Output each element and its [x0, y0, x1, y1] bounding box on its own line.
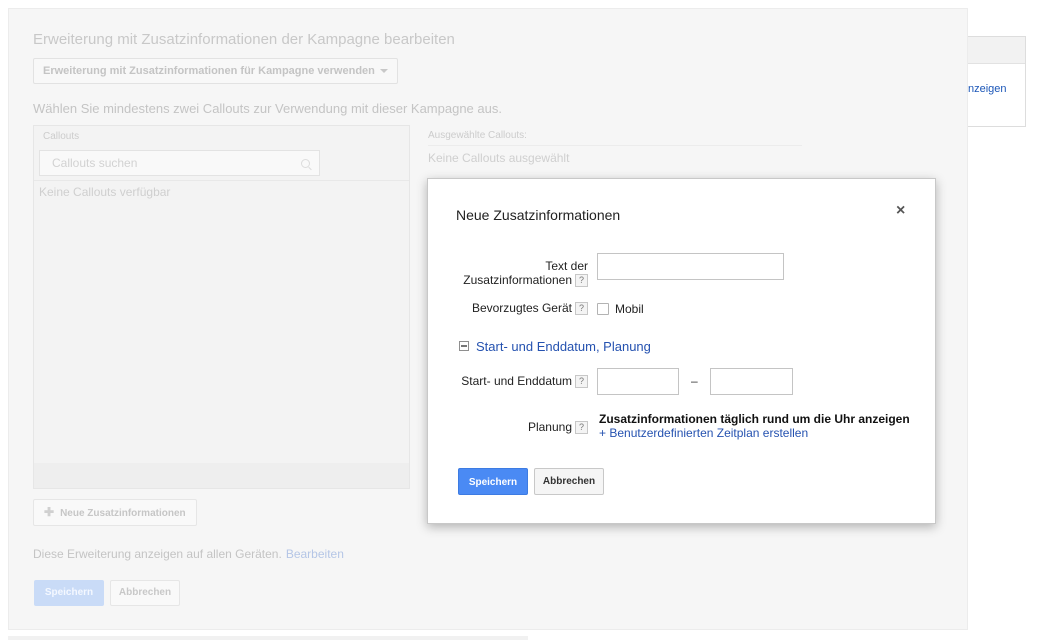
date-separator: – — [691, 374, 698, 388]
side-card-link[interactable]: nzeigen — [968, 83, 1007, 95]
help-icon[interactable]: ? — [575, 375, 588, 389]
help-icon[interactable]: ? — [575, 302, 588, 316]
callout-text-input[interactable] — [597, 253, 784, 280]
dialog-title: Neue Zusatzinformationen — [456, 207, 621, 223]
planning-label: Planung? — [458, 420, 588, 435]
mobile-checkbox[interactable] — [597, 303, 609, 315]
devices-edit-link[interactable]: Bearbeiten — [286, 547, 344, 561]
planning-summary: Zusatzinformationen täglich rund um die … — [599, 412, 910, 426]
preferred-device-label-text: Bevorzugtes Gerät — [471, 301, 572, 315]
new-callout-label: Neue Zusatzinformationen — [60, 508, 186, 519]
extension-usage-dropdown[interactable]: Erweiterung mit Zusatzinformationen für … — [33, 58, 398, 84]
background-cancel-button[interactable]: Abbrechen — [110, 580, 180, 606]
dropdown-label: Erweiterung mit Zusatzinformationen für … — [43, 65, 375, 77]
chevron-down-icon — [379, 69, 388, 74]
planning-label-text: Planung — [527, 420, 572, 434]
collapse-icon[interactable] — [459, 341, 469, 351]
devices-text: Diese Erweiterung anzeigen auf allen Ger… — [33, 547, 282, 561]
background-save-button[interactable]: Speichern — [34, 580, 104, 606]
callout-text-label-line1: Text der — [545, 259, 588, 273]
page-title: Erweiterung mit Zusatzinformationen der … — [33, 31, 455, 48]
help-icon[interactable]: ? — [575, 274, 588, 288]
callouts-search-placeholder: Callouts suchen — [52, 156, 138, 170]
devices-info: Diese Erweiterung anzeigen auf allen Ger… — [33, 547, 344, 561]
mobile-checkbox-label[interactable]: Mobil — [615, 302, 644, 316]
callouts-search-input[interactable]: Callouts suchen — [39, 150, 320, 176]
dates-label: Start- und Enddatum? — [458, 374, 588, 389]
preferred-device-label: Bevorzugtes Gerät? — [458, 301, 588, 316]
dates-label-text: Start- und Enddatum — [461, 374, 572, 388]
custom-schedule-link[interactable]: + Benutzerdefinierten Zeitplan erstellen — [599, 426, 808, 440]
end-date-input[interactable] — [710, 368, 793, 395]
instruction-text: Wählen Sie mindestens zwei Callouts zur … — [33, 101, 502, 116]
plus-icon: ✚ — [44, 505, 55, 519]
bottom-strip — [8, 636, 528, 640]
callouts-footer — [34, 463, 409, 488]
new-callout-button[interactable]: ✚ Neue Zusatzinformationen — [33, 499, 197, 526]
divider — [34, 180, 409, 181]
callout-text-label-line2: Zusatzinformationen — [463, 273, 572, 287]
help-icon[interactable]: ? — [575, 421, 588, 435]
selected-callouts-header: Ausgewählte Callouts: — [428, 130, 527, 141]
start-date-input[interactable] — [597, 368, 679, 395]
search-icon — [301, 159, 310, 168]
cancel-button[interactable]: Abbrechen — [534, 468, 604, 495]
divider — [428, 145, 802, 146]
callouts-header: Callouts — [43, 131, 80, 142]
callouts-empty-text: Keine Callouts verfügbar — [39, 185, 171, 199]
close-icon[interactable]: × — [896, 203, 905, 219]
schedule-section-toggle[interactable]: Start- und Enddatum, Planung — [476, 339, 651, 354]
callout-text-label: Text der Zusatzinformationen? — [458, 259, 588, 288]
side-card-header — [968, 37, 1025, 64]
save-button[interactable]: Speichern — [458, 468, 528, 495]
selected-callouts-empty-text: Keine Callouts ausgewählt — [428, 151, 570, 165]
